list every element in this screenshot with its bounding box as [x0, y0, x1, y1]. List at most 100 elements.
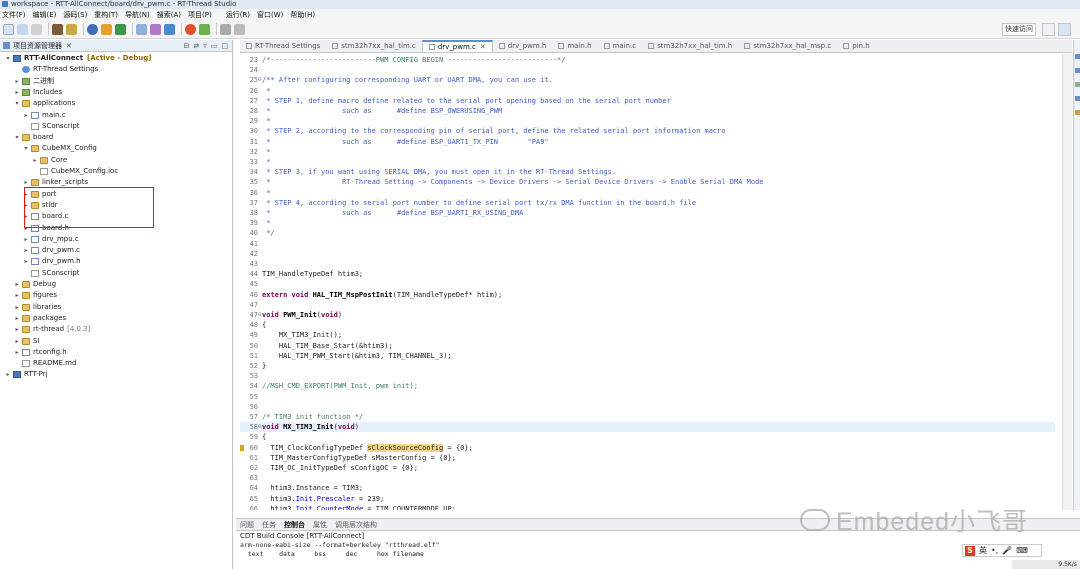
- code-line[interactable]: 23 /*-------------------------PWM CONFIG …: [240, 55, 1055, 65]
- save-icon[interactable]: [17, 23, 28, 35]
- build-targets-icon[interactable]: [1075, 82, 1080, 87]
- tree-item[interactable]: ▸ Debug: [0, 279, 232, 290]
- editor-tab[interactable]: drv_pwm.c ✕: [421, 40, 493, 52]
- sdk-manager-icon[interactable]: [150, 23, 161, 35]
- tree-item[interactable]: ▸ libraries: [0, 302, 232, 313]
- code-line[interactable]: 28 * such as #define BSP_OWERUSING_PWM: [240, 106, 1055, 116]
- menu-item[interactable]: 重构(T): [94, 10, 118, 20]
- code-line[interactable]: 47 ⊖ void PWM_Init(void): [240, 310, 1055, 320]
- editor-tab[interactable]: drv_pwm.h: [493, 40, 553, 52]
- forward-icon[interactable]: [234, 23, 245, 35]
- code-line[interactable]: 55: [240, 392, 1055, 402]
- editor-vertical-scrollbar[interactable]: [1062, 54, 1072, 510]
- console-tab[interactable]: 问题: [240, 520, 254, 530]
- expanded-arrow-icon[interactable]: ▾: [14, 98, 20, 109]
- code-line[interactable]: 59 {: [240, 432, 1055, 442]
- tree-item[interactable]: ▾ board: [0, 132, 232, 143]
- tree-item[interactable]: ▾ applications: [0, 98, 232, 109]
- collapsed-arrow-icon[interactable]: ▸: [14, 302, 20, 313]
- code-line[interactable]: 56: [240, 402, 1055, 412]
- code-line[interactable]: 29 *: [240, 116, 1055, 126]
- tree-item[interactable]: CubeMX_Config.ioc: [0, 166, 232, 177]
- close-icon[interactable]: ✕: [66, 42, 72, 50]
- collapsed-arrow-icon[interactable]: ▸: [23, 110, 29, 121]
- menu-item[interactable]: 项目(P): [188, 10, 212, 20]
- link-editor-icon[interactable]: ⇄: [193, 42, 199, 50]
- tree-item[interactable]: ▸ Includes: [0, 87, 232, 98]
- collapsed-arrow-icon[interactable]: ▸: [14, 324, 20, 335]
- code-line[interactable]: 63: [240, 473, 1055, 483]
- maximize-icon[interactable]: □: [221, 42, 228, 50]
- tree-item[interactable]: ▸ main.c: [0, 110, 232, 121]
- download-icon[interactable]: [101, 23, 112, 35]
- expanded-arrow-icon[interactable]: ▾: [14, 132, 20, 143]
- code-line[interactable]: 53: [240, 371, 1055, 381]
- code-line[interactable]: 49 MX_TIM3_Init();: [240, 330, 1055, 340]
- editor-tab[interactable]: stm32h7xx_hal_tim.c: [326, 40, 422, 52]
- collapsed-arrow-icon[interactable]: ▸: [14, 76, 20, 87]
- collapsed-arrow-icon[interactable]: ▸: [14, 313, 20, 324]
- new-icon[interactable]: [3, 23, 14, 35]
- code-line[interactable]: 46 extern void HAL_TIM_MspPostInit(TIM_Ha…: [240, 290, 1055, 300]
- tree-item[interactable]: RT-Thread Settings: [0, 64, 232, 75]
- stop-icon[interactable]: [185, 23, 196, 35]
- console-tab[interactable]: 属性: [313, 520, 327, 530]
- code-line[interactable]: 39 *: [240, 218, 1055, 228]
- ime-punctuation-icon[interactable]: •,: [991, 546, 998, 555]
- menu-item[interactable]: 源码(S): [63, 10, 87, 20]
- collapsed-arrow-icon[interactable]: ▸: [5, 369, 11, 380]
- tree-item[interactable]: ▸ Core: [0, 155, 232, 166]
- code-line[interactable]: 43: [240, 259, 1055, 269]
- menu-item[interactable]: 文件(F): [2, 10, 26, 20]
- collapsed-arrow-icon[interactable]: ▸: [32, 155, 38, 166]
- code-line[interactable]: 35 * RT-Thread Setting -> Components -> …: [240, 177, 1055, 187]
- tree-item[interactable]: SConscript: [0, 268, 232, 279]
- console-tab[interactable]: 调用层次结构: [335, 520, 377, 530]
- ime-toolbar[interactable]: S 英 •, 🎤 ⌨: [962, 544, 1042, 557]
- editor-tab[interactable]: stm32h7xx_hal_tim.h: [642, 40, 738, 52]
- code-line[interactable]: 60 TIM_ClockConfigTypeDef sClockSourceCo…: [240, 443, 1055, 453]
- view-menu-icon[interactable]: ▿: [203, 42, 207, 50]
- tree-item[interactable]: ▸ packages: [0, 313, 232, 324]
- next-annotation-icon[interactable]: [199, 23, 210, 35]
- menu-item[interactable]: 运行(R): [226, 10, 250, 20]
- code-line[interactable]: 62 TIM_OC_InitTypeDef sConfigOC = {0};: [240, 463, 1055, 473]
- code-line[interactable]: 45: [240, 279, 1055, 289]
- tree-item[interactable]: ▸ RTT-Prj: [0, 369, 232, 380]
- collapsed-arrow-icon[interactable]: ▸: [14, 290, 20, 301]
- editor-tab[interactable]: main.h: [552, 40, 597, 52]
- outline-icon[interactable]: [1075, 54, 1080, 59]
- editor-tab[interactable]: stm32h7xx_hal_msp.c: [738, 40, 837, 52]
- code-line[interactable]: 51 HAL_TIM_PWM_Start(&htim3, TIM_CHANNEL…: [240, 351, 1055, 361]
- terminal-icon[interactable]: [136, 23, 147, 35]
- collapsed-arrow-icon[interactable]: ▸: [14, 336, 20, 347]
- tree-item[interactable]: ▾ CubeMX_Config: [0, 143, 232, 154]
- collapse-all-icon[interactable]: ⊟: [183, 42, 189, 50]
- tree-item[interactable]: ▸ rt-thread [4.0.3]: [0, 324, 232, 335]
- expanded-arrow-icon[interactable]: ▾: [5, 53, 11, 64]
- code-line[interactable]: 54 //MSH_CMD_EXPORT(PWM_Init, pwm init);: [240, 381, 1055, 391]
- code-line[interactable]: 37 * STEP 4, according to serial port nu…: [240, 198, 1055, 208]
- bookmarks-icon[interactable]: [1075, 110, 1080, 115]
- code-line[interactable]: 40 */: [240, 228, 1055, 238]
- menu-item[interactable]: 搜索(A): [157, 10, 181, 20]
- code-line[interactable]: 24: [240, 65, 1055, 75]
- expanded-arrow-icon[interactable]: ▾: [23, 143, 29, 154]
- minimize-icon[interactable]: [1075, 68, 1080, 73]
- code-line[interactable]: 42: [240, 249, 1055, 259]
- tree-item[interactable]: SConscript: [0, 121, 232, 132]
- code-line[interactable]: 47: [240, 300, 1055, 310]
- run-icon[interactable]: [115, 23, 126, 35]
- ime-keyboard-icon[interactable]: ⌨: [1016, 546, 1028, 555]
- code-line[interactable]: 30 * STEP 2, according to the correspond…: [240, 126, 1055, 136]
- code-line[interactable]: 48 {: [240, 320, 1055, 330]
- code-line[interactable]: 58 ⊖ void MX_TIM3_Init(void): [240, 422, 1055, 433]
- quick-access-field[interactable]: 快速访问: [1002, 23, 1036, 36]
- code-line[interactable]: 33 *: [240, 157, 1055, 167]
- editor-tab[interactable]: pin.h: [837, 40, 876, 52]
- code-editor[interactable]: 23 /*-------------------------PWM CONFIG …: [240, 54, 1055, 510]
- code-line[interactable]: 26 *: [240, 86, 1055, 96]
- menu-item[interactable]: 窗口(W): [257, 10, 283, 20]
- menu-item[interactable]: 帮助(H): [290, 10, 315, 20]
- open-perspective-icon[interactable]: [1042, 23, 1055, 36]
